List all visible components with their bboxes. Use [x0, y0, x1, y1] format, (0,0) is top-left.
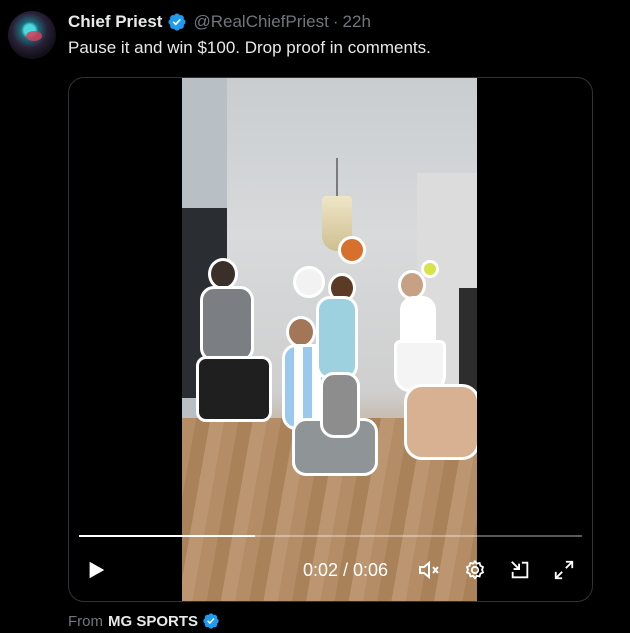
- author-avatar[interactable]: [8, 11, 56, 59]
- post-header: Chief Priest @RealChiefPriest · 22h: [68, 11, 371, 33]
- post-text: Pause it and win $100. Drop proof in com…: [68, 38, 431, 57]
- person-basketball-legs: [320, 372, 360, 438]
- fullscreen-button[interactable]: [550, 556, 578, 584]
- play-button[interactable]: [82, 556, 110, 584]
- avatar-detail: [26, 31, 42, 41]
- person-baseball: [200, 286, 254, 362]
- settings-icon: [465, 559, 485, 580]
- person-baseball-legs: [196, 356, 272, 422]
- from-label: From: [68, 612, 103, 630]
- video-controls: 0:02 / 0:06: [69, 548, 592, 601]
- media-source: From MG SPORTS: [68, 612, 220, 630]
- play-icon: [89, 561, 105, 579]
- settings-button[interactable]: [461, 556, 489, 584]
- soccer-ball: [293, 266, 325, 298]
- author-handle[interactable]: @RealChiefPriest: [193, 12, 328, 32]
- exit-docked-button[interactable]: [506, 556, 534, 584]
- video-frame[interactable]: [182, 78, 477, 601]
- progress-fill: [79, 535, 256, 537]
- separator-dot: ·: [332, 12, 339, 31]
- time-display: 0:02 / 0:06: [303, 560, 389, 580]
- verified-badge-icon: [168, 13, 187, 31]
- person-basketball: [316, 296, 358, 380]
- author-name[interactable]: Chief Priest: [68, 12, 162, 32]
- verified-badge-icon: [203, 613, 219, 629]
- volume-button[interactable]: [415, 556, 443, 584]
- basketball: [338, 236, 366, 264]
- progress-bar[interactable]: [79, 535, 582, 537]
- person-tennis-legs: [404, 384, 477, 460]
- video-player[interactable]: 0:02 / 0:06: [68, 77, 593, 602]
- tennis-ball: [421, 260, 439, 278]
- fullscreen-icon: [554, 560, 574, 580]
- exit-docked-icon: [511, 561, 529, 579]
- post-timestamp[interactable]: 22h: [343, 12, 371, 32]
- source-name[interactable]: MG SPORTS: [108, 613, 198, 630]
- volume-icon: [419, 560, 439, 580]
